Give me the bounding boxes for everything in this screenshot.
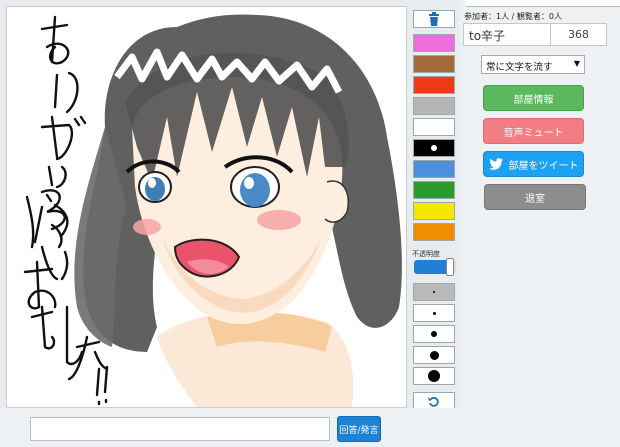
brush-dot-icon (433, 291, 435, 293)
opacity-slider-handle[interactable] (446, 258, 454, 276)
brush-dot-icon (429, 350, 439, 360)
audio-mute-label: 音声ミュート (503, 127, 564, 139)
brush-dot-icon (432, 311, 436, 315)
room-sidebar: 参加者：1人 / 観覧者：0人 to辛子 368 常に文字を流す ▼ 部屋情報 … (460, 0, 620, 447)
top-strip (466, 0, 620, 7)
brush-size-3[interactable] (413, 325, 455, 343)
submit-answer-label: 回答/発言 (339, 425, 379, 436)
color-swatch[interactable] (413, 202, 455, 220)
trash-icon (429, 12, 439, 26)
chevron-down-icon: ▼ (573, 59, 580, 68)
color-swatch[interactable] (413, 34, 455, 52)
text-mode-select-value: 常に文字を流す (486, 62, 553, 73)
user-score: 368 (550, 23, 607, 46)
color-swatch[interactable] (413, 160, 455, 178)
color-swatch[interactable] (413, 181, 455, 199)
brush-size-5[interactable] (413, 367, 455, 385)
user-name: to辛子 (463, 23, 551, 46)
chat-bar: 回答/発言 (0, 408, 460, 447)
room-info-label: 部屋情報 (513, 94, 554, 106)
brush-size-1[interactable] (413, 283, 455, 301)
tweet-room-label: 部屋をツイート (508, 160, 579, 172)
exit-room-button[interactable]: 退室 (484, 184, 586, 210)
opacity-label: 不透明度 (412, 250, 440, 258)
text-mode-select[interactable]: 常に文字を流す ▼ (481, 55, 585, 74)
participant-counts: 参加者：1人 / 観覧者：0人 (464, 12, 562, 21)
brush-dot-icon (431, 331, 437, 337)
twitter-bird-icon (488, 158, 503, 170)
color-swatch[interactable] (413, 97, 455, 115)
color-swatch[interactable] (413, 76, 455, 94)
color-swatch[interactable] (413, 118, 455, 136)
brush-dot-icon (428, 370, 440, 382)
audio-mute-button[interactable]: 音声ミュート (483, 118, 584, 144)
canvas-drawing (23, 14, 402, 407)
color-swatch[interactable] (413, 55, 455, 73)
color-swatch[interactable] (413, 223, 455, 241)
color-swatch[interactable] (413, 139, 455, 157)
drawing-canvas[interactable] (6, 6, 407, 408)
clear-canvas-button[interactable] (413, 10, 455, 28)
opacity-fill (414, 260, 450, 274)
chat-input[interactable] (30, 417, 330, 441)
room-info-button[interactable]: 部屋情報 (483, 85, 584, 111)
brush-size-4[interactable] (413, 346, 455, 364)
exit-room-label: 退室 (525, 193, 545, 205)
undo-icon (428, 396, 439, 407)
brush-size-2[interactable] (413, 304, 455, 322)
opacity-slider[interactable] (414, 258, 456, 276)
submit-answer-button[interactable]: 回答/発言 (337, 416, 381, 442)
tweet-room-button[interactable]: 部屋をツイート (483, 151, 584, 177)
